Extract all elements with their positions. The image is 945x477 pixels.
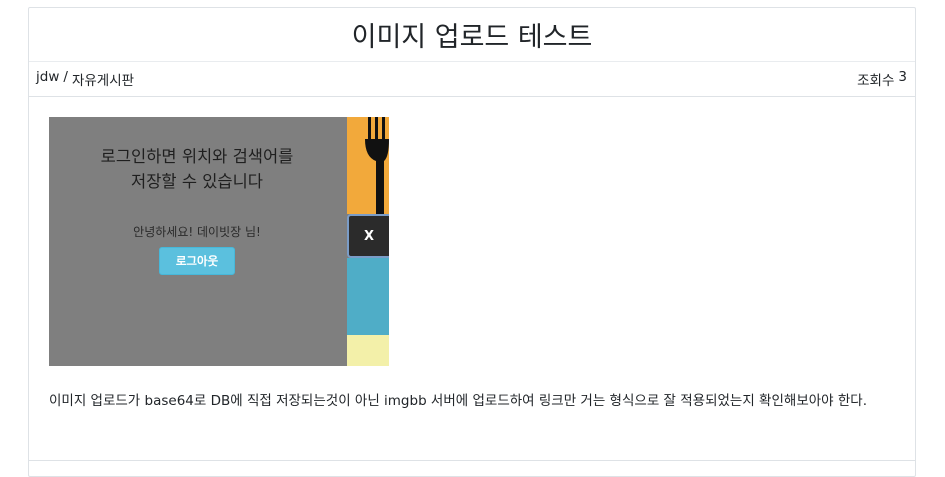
uploaded-image: 로그인하면 위치와 검색어를 저장할 수 있습니다 안녕하세요! 데이빗장 님!… [49, 117, 389, 366]
strip-orange [347, 117, 389, 214]
fork-icon [365, 117, 389, 214]
post-meta: jdw / 자유게시판 조회수 3 [29, 62, 915, 97]
views-label: 조회수 [857, 73, 895, 89]
greeting-text: 안녕하세요! 데이빗장 님! [133, 225, 261, 239]
post-title: 이미지 업로드 테스트 [29, 8, 915, 62]
logout-button: 로그아웃 [159, 247, 235, 275]
close-button: X [347, 214, 389, 258]
divider [29, 460, 915, 461]
post-card: 이미지 업로드 테스트 jdw / 자유게시판 조회수 3 로그인하면 위치와 … [28, 7, 916, 477]
login-prompt-line1: 로그인하면 위치와 검색어를 [100, 147, 294, 166]
login-prompt: 로그인하면 위치와 검색어를 저장할 수 있습니다 [49, 144, 345, 194]
view-count: 조회수 3 [857, 69, 907, 89]
login-prompt-line2: 저장할 수 있습니다 [131, 172, 263, 191]
post-content: 이미지 업로드가 base64로 DB에 직접 저장되는것이 아닌 imgbb … [49, 393, 867, 409]
meta-left: jdw / 자유게시판 [36, 69, 134, 89]
board-name[interactable]: 자유게시판 [72, 69, 134, 89]
side-panel-strip: X [347, 117, 389, 366]
meta-separator: / [63, 69, 68, 85]
strip-blue [347, 258, 389, 335]
author-name[interactable]: jdw [36, 69, 59, 89]
views-value: 3 [898, 69, 907, 85]
strip-yellow [347, 335, 389, 366]
